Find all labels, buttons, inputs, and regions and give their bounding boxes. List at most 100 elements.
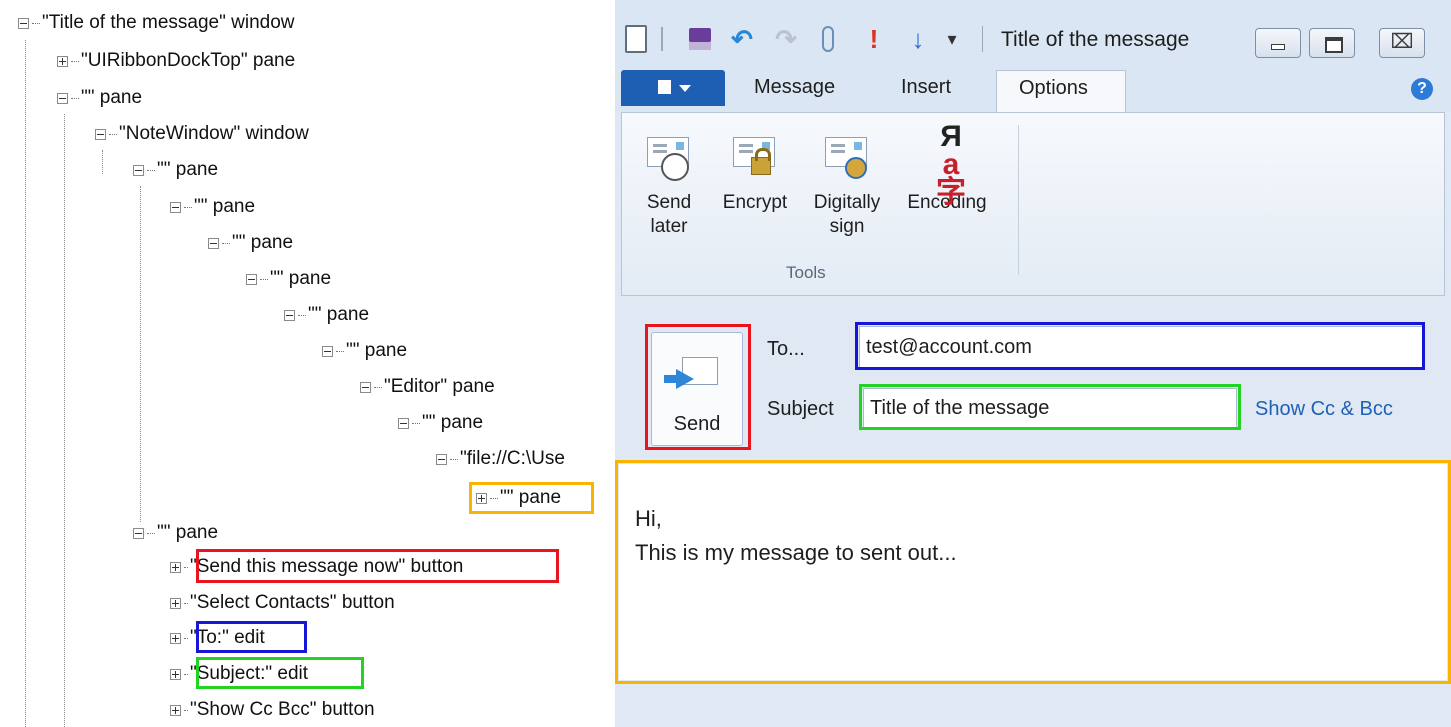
encrypt-label: Encrypt: [722, 192, 788, 213]
tree-node-pane[interactable]: "" pane: [208, 230, 293, 256]
highlight-to-edit: [196, 621, 307, 653]
window-title: Title of the message: [1001, 28, 1190, 51]
tree-node-label: "" pane: [194, 196, 256, 217]
tree-node-label: "" pane: [81, 87, 143, 108]
tree-node-pane[interactable]: "" pane: [133, 157, 218, 183]
collapse-icon[interactable]: [246, 273, 257, 285]
tree-node-label: "NoteWindow" window: [119, 123, 309, 144]
tree-node-label: "" pane: [232, 232, 294, 253]
tree-node-pane[interactable]: "" pane: [284, 302, 369, 328]
collapse-icon[interactable]: [133, 164, 144, 176]
expand-icon[interactable]: [170, 561, 181, 573]
customize-dropdown-icon[interactable]: ▾: [941, 22, 963, 56]
tree-node-label: "" pane: [157, 522, 219, 543]
minimize-icon[interactable]: [1255, 28, 1301, 58]
tree-node-note-window[interactable]: "NoteWindow" window: [95, 121, 309, 147]
tree-node-label: "Title of the message" window: [42, 12, 295, 33]
tree-node-label: "" pane: [346, 340, 408, 361]
send-later-icon: [643, 123, 695, 183]
new-item-icon[interactable]: [621, 22, 651, 56]
encrypt-icon: [729, 123, 781, 183]
tree-node-label: "" pane: [270, 268, 332, 289]
digitally-sign-label-line1: Digitally: [813, 192, 881, 213]
tree-node-pane[interactable]: "" pane: [398, 410, 483, 436]
to-button[interactable]: To...: [767, 338, 805, 361]
ribbon-tab-bar: Message Insert Options ?: [615, 66, 1451, 114]
compose-area: Send To... test@account.com Subject Titl…: [615, 296, 1451, 727]
tree-node-ribbon-dock[interactable]: "UIRibbonDockTop" pane: [57, 48, 295, 74]
expand-icon[interactable]: [170, 597, 181, 609]
send-later-button[interactable]: Send later: [636, 123, 702, 239]
close-icon[interactable]: ⌧: [1379, 28, 1425, 58]
tree-node-header-pane[interactable]: "" pane: [133, 520, 218, 546]
highlight-subject-edit: [196, 657, 364, 689]
tab-message[interactable]: Message: [754, 76, 835, 99]
tree-node-label: "" pane: [422, 412, 484, 433]
digitally-sign-label-line2: sign: [829, 216, 865, 237]
message-window: ↶ ↷ ! ↓ ▾ Title of the message ⌧ Message…: [615, 0, 1451, 727]
ribbon-panel: Send later Encrypt Digitally sign Я a字 E…: [621, 112, 1445, 296]
tree-node-pane[interactable]: "" pane: [246, 266, 331, 292]
tab-options[interactable]: Options: [996, 70, 1126, 114]
tab-insert[interactable]: Insert: [901, 76, 951, 99]
tree-node-pane[interactable]: "" pane: [57, 85, 142, 111]
expand-icon[interactable]: [170, 668, 181, 680]
tree-node-label: "Editor" pane: [384, 376, 495, 397]
digitally-sign-button[interactable]: Digitally sign: [802, 123, 892, 239]
collapse-icon[interactable]: [95, 128, 106, 140]
tree-node-pane[interactable]: "" pane: [322, 338, 407, 364]
collapse-icon[interactable]: [436, 453, 447, 465]
tree-connector: [25, 40, 26, 727]
collapse-icon[interactable]: [398, 417, 409, 429]
tree-node-label: "Select Contacts" button: [190, 592, 395, 613]
ribbon-group-label: Tools: [786, 263, 826, 282]
tree-node-select-contacts-button[interactable]: "Select Contacts" button: [170, 590, 395, 616]
tree-node-editor-pane[interactable]: "Editor" pane: [360, 374, 495, 400]
highlight-body-pane: [469, 482, 594, 514]
expand-icon[interactable]: [57, 55, 68, 67]
collapse-icon[interactable]: [284, 309, 295, 321]
ribbon-group-separator: [1018, 125, 1019, 275]
save-icon[interactable]: [685, 22, 715, 56]
low-importance-icon[interactable]: ↓: [903, 22, 933, 56]
separator: [659, 22, 665, 56]
tree-node-root-window[interactable]: "Title of the message" window: [18, 10, 295, 36]
collapse-icon[interactable]: [133, 527, 144, 539]
file-menu-icon: [653, 80, 671, 94]
attach-icon[interactable]: [815, 22, 841, 56]
maximize-icon[interactable]: [1309, 28, 1355, 58]
collapse-icon[interactable]: [360, 381, 371, 393]
collapse-icon[interactable]: [18, 17, 29, 29]
tree-node-show-cc-bcc-button[interactable]: "Show Cc Bcc" button: [170, 697, 375, 723]
highlight-message-body: [615, 460, 1451, 684]
high-importance-icon[interactable]: !: [861, 22, 887, 56]
accessibility-tree: "Title of the message" window "UIRibbonD…: [0, 0, 604, 727]
tree-node-label: "" pane: [157, 159, 219, 180]
expand-icon[interactable]: [170, 704, 181, 716]
send-later-label-line2: later: [650, 216, 688, 237]
tree-node-label: "file://C:\Use: [460, 448, 565, 469]
highlight-to-field: [855, 322, 1425, 370]
tree-connector: [64, 114, 65, 727]
title-bar: ↶ ↷ ! ↓ ▾ Title of the message ⌧: [615, 0, 1451, 66]
collapse-icon[interactable]: [208, 237, 219, 249]
collapse-icon[interactable]: [322, 345, 333, 357]
separator: [979, 22, 985, 56]
tree-node-pane[interactable]: "" pane: [170, 194, 255, 220]
collapse-icon[interactable]: [57, 92, 68, 104]
file-menu-button[interactable]: [621, 70, 725, 106]
chevron-down-icon: [679, 85, 691, 92]
encoding-glyph-top: Я: [940, 120, 962, 153]
undo-icon[interactable]: ↶: [725, 22, 759, 56]
tree-connector: [102, 150, 103, 174]
encoding-glyph-bottom: a字: [936, 148, 966, 209]
encrypt-button[interactable]: Encrypt: [716, 123, 794, 215]
show-cc-bcc-link[interactable]: Show Cc & Bcc: [1255, 398, 1393, 421]
expand-icon[interactable]: [170, 632, 181, 644]
help-icon[interactable]: ?: [1411, 78, 1433, 100]
tree-node-file-document[interactable]: "file://C:\Use: [436, 446, 565, 472]
encoding-button[interactable]: Я a字 Encoding: [898, 120, 996, 215]
collapse-icon[interactable]: [170, 201, 181, 213]
encoding-icon: Я a字: [921, 120, 973, 208]
redo-icon[interactable]: ↷: [769, 22, 803, 56]
